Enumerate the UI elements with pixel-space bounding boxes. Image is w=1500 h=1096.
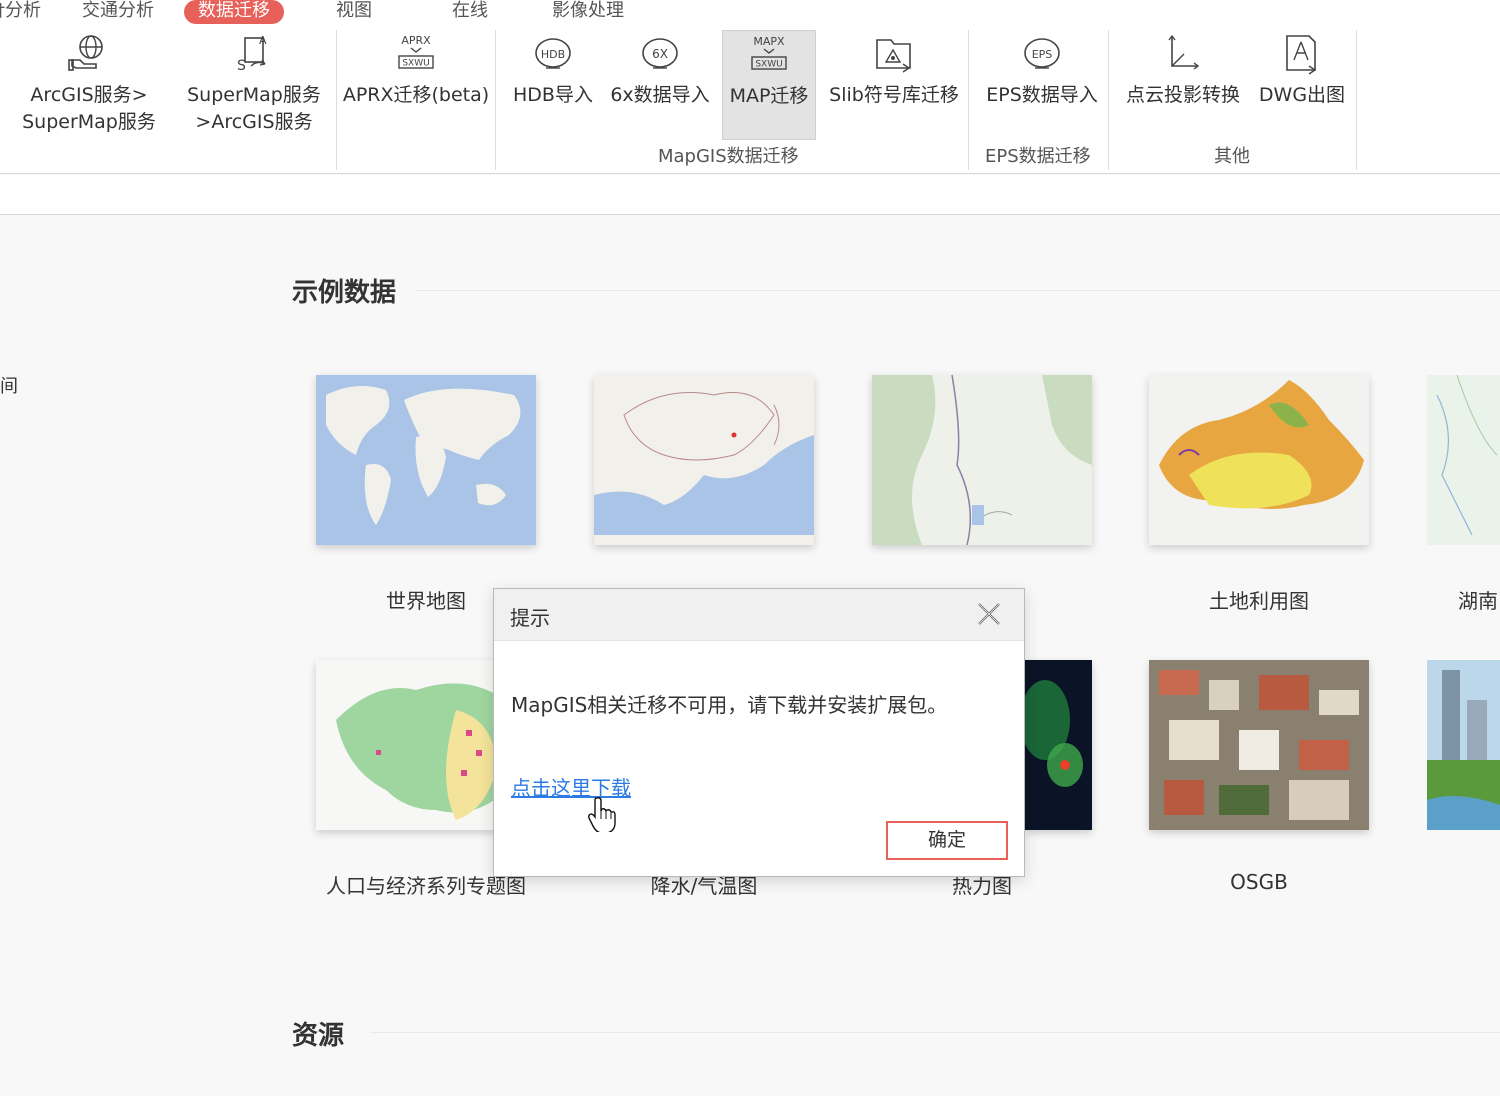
ribbon-separator — [1108, 30, 1109, 170]
address-bar — [0, 175, 1500, 215]
card-building-model[interactable] — [1427, 660, 1500, 830]
tab-image-processing[interactable]: 影像处理 — [552, 0, 624, 24]
close-icon[interactable] — [976, 601, 1002, 627]
dwg-icon — [1286, 35, 1317, 75]
aprx-icon-subtext: SXWU — [402, 59, 429, 69]
tab-analysis[interactable]: †分析 — [0, 0, 41, 24]
6x-icon: 6X — [642, 38, 678, 69]
hdb-import-button[interactable]: HDB HDB导入 — [506, 30, 600, 109]
card-caption-hunan-map: 湖南 — [1458, 589, 1498, 613]
supermap-to-arcgis-button[interactable]: A S SuperMap服务 >ArcGIS服务 — [182, 30, 326, 136]
arcgis-to-supermap-label-1: ArcGIS服务> — [30, 84, 148, 106]
eps-import-button[interactable]: EPS EPS数据导入 — [980, 30, 1104, 109]
ribbon-panel: ArcGIS服务> SuperMap服务 A S SuperMap服务 >ArcGI… — [0, 24, 1500, 174]
group-label-eps: EPS数据迁移 — [985, 146, 1091, 167]
slib-migration-button[interactable]: Slib符号库迁移 — [824, 30, 964, 109]
card-caption-land-use-map: 土地利用图 — [1209, 589, 1309, 613]
aprx-migration-button[interactable]: APRX SXWU APRX迁移(beta) — [342, 30, 490, 109]
supermap-to-arcgis-label-2: >ArcGIS服务 — [195, 111, 313, 133]
building-model-thumbnail — [1427, 660, 1500, 830]
topographic-map-thumbnail — [872, 375, 1092, 545]
card-hunan-map[interactable] — [1427, 375, 1500, 545]
ribbon-tab-bar: †分析 交通分析 数据迁移 视图 在线 影像处理 — [0, 0, 1500, 24]
slib-migration-label: Slib符号库迁移 — [829, 84, 959, 106]
mapx-icon-subtext: SXWU — [755, 60, 782, 70]
section-divider — [415, 290, 1500, 291]
tab-view[interactable]: 视图 — [336, 0, 372, 24]
ribbon-separator — [1356, 30, 1357, 170]
map-migration-button[interactable]: MAPX SXWU MAP迁移 — [722, 30, 816, 140]
dialog-message: MapGIS相关迁移不可用，请下载并安装扩展包。 — [511, 693, 948, 717]
card-world-map[interactable] — [316, 375, 536, 545]
svg-text:S: S — [237, 58, 246, 74]
hunan-map-thumbnail — [1427, 375, 1500, 545]
hdb-import-label: HDB导入 — [513, 84, 593, 106]
card-china-map[interactable] — [594, 375, 814, 545]
globe-hand-icon — [68, 35, 103, 71]
mapx-icon-text: MAPX — [753, 35, 785, 48]
heat-map-thumbnail — [1025, 660, 1092, 830]
tab-online[interactable]: 在线 — [452, 0, 488, 24]
ribbon-separator — [336, 30, 337, 170]
dwg-output-label: DWG出图 — [1258, 84, 1346, 106]
section-divider — [370, 1032, 1500, 1033]
card-topographic-map[interactable] — [872, 375, 1092, 545]
eps-import-label: EPS数据导入 — [986, 84, 1098, 106]
mapx-icon: MAPX SXWU — [751, 35, 787, 70]
supermap-to-arcgis-label-1: SuperMap服务 — [187, 84, 321, 106]
tab-traffic-analysis[interactable]: 交通分析 — [82, 0, 154, 24]
arcgis-to-supermap-button[interactable]: ArcGIS服务> SuperMap服务 — [16, 30, 162, 136]
dialog-title: 提示 — [510, 606, 550, 630]
eps-icon-text: EPS — [1032, 48, 1053, 61]
group-label-mapgis: MapGIS数据迁移 — [658, 146, 799, 167]
eps-icon: EPS — [1024, 38, 1060, 69]
section-title-sample-data: 示例数据 — [292, 278, 397, 308]
6x-import-button[interactable]: 6X 6x数据导入 — [606, 30, 714, 109]
point-cloud-projection-label: 点云投影转换 — [1125, 84, 1240, 106]
card-land-use-map[interactable] — [1149, 375, 1369, 545]
slib-icon — [876, 39, 911, 73]
ribbon-separator — [968, 30, 969, 170]
sidebar-fragment: 间 — [0, 376, 18, 397]
point-cloud-projection-button[interactable]: 点云投影转换 — [1118, 30, 1248, 109]
land-use-map-thumbnail — [1149, 375, 1369, 545]
dwg-output-button[interactable]: DWG出图 — [1252, 30, 1352, 109]
arcgis-to-supermap-label-2: SuperMap服务 — [22, 111, 156, 133]
china-map-thumbnail — [594, 375, 814, 545]
hdb-icon: HDB — [535, 38, 571, 69]
map-migration-label: MAP迁移 — [729, 85, 809, 107]
card-osgb[interactable] — [1149, 660, 1369, 830]
prompt-dialog: 提示 MapGIS相关迁移不可用，请下载并安装扩展包。 点击这里下载 确定 — [493, 588, 1025, 877]
svg-text:A: A — [259, 34, 267, 47]
section-title-resources: 资源 — [292, 1021, 345, 1051]
aprx-icon: APRX SXWU — [398, 34, 434, 69]
osgb-thumbnail — [1149, 660, 1369, 830]
hand-cursor-icon — [588, 797, 616, 832]
card-heat-map[interactable] — [1025, 660, 1092, 830]
point-cloud-axis-icon — [1168, 34, 1200, 70]
ok-button[interactable]: 确定 — [886, 821, 1008, 860]
world-map-thumbnail — [316, 375, 536, 545]
tab-data-migration[interactable]: 数据迁移 — [184, 0, 284, 24]
group-label-other: 其他 — [1214, 146, 1250, 167]
ribbon-separator — [495, 30, 496, 170]
transfer-service-icon: A S — [237, 34, 267, 74]
aprx-migration-label: APRX迁移(beta) — [342, 84, 490, 106]
6x-import-label: 6x数据导入 — [610, 84, 710, 106]
aprx-icon-text: APRX — [401, 34, 431, 47]
6x-icon-text: 6X — [652, 47, 668, 61]
hdb-icon-text: HDB — [541, 48, 565, 61]
card-caption-osgb: OSGB — [1230, 870, 1288, 894]
dialog-header: 提示 — [494, 589, 1024, 641]
